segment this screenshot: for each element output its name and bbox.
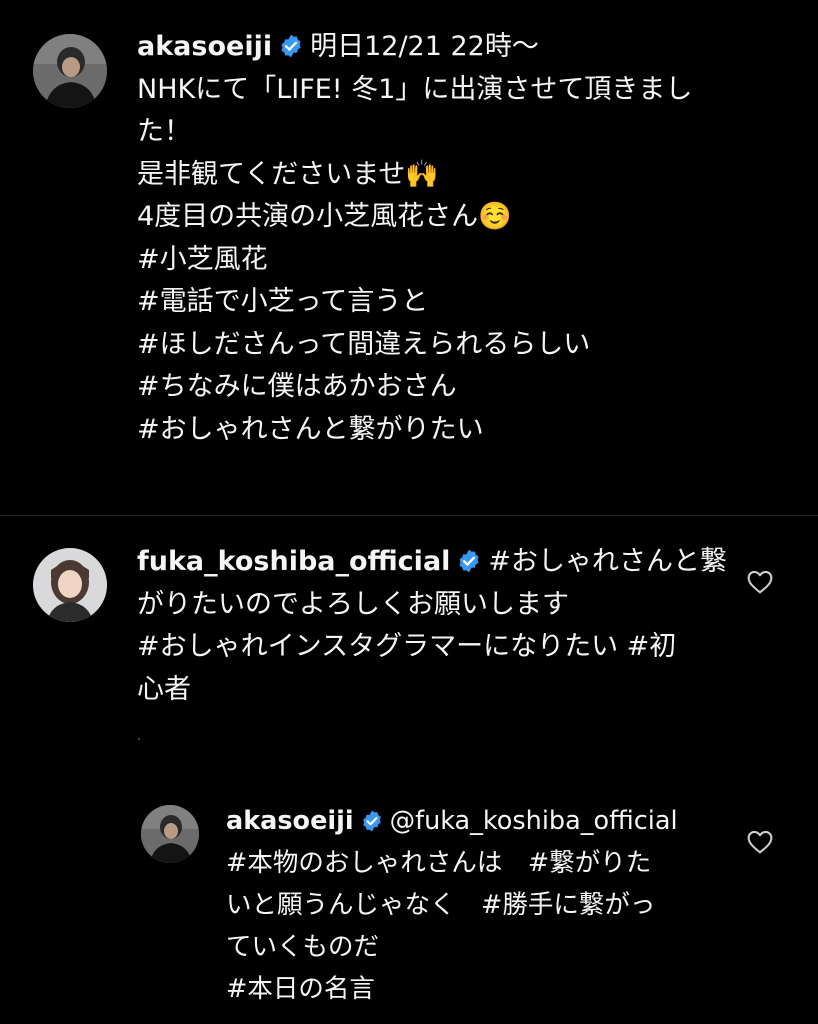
reply-line: #本物のおしゃれさんは #繋がりた bbox=[226, 848, 652, 878]
hashtag-line[interactable]: #おしゃれさんと繋がりたい bbox=[137, 409, 692, 452]
hashtag-line[interactable]: #本日の名言 bbox=[226, 968, 678, 1010]
verified-badge-icon bbox=[278, 33, 304, 59]
hashtag-line[interactable]: #電話で小芝って言うと bbox=[137, 281, 692, 324]
hashtag-line[interactable]: #小芝風花 bbox=[137, 239, 692, 282]
reply-line: ていくものだ bbox=[226, 932, 380, 962]
caption-line: NHKにて「LIFE! 冬1」に出演させて頂きまし bbox=[137, 73, 693, 105]
comment-line: #おしゃれインスタグラマーになりたい #初 bbox=[137, 631, 677, 662]
caption-line: 是非観てくださいませ🙌 bbox=[137, 158, 439, 190]
divider bbox=[0, 515, 818, 516]
avatar-photo bbox=[33, 34, 107, 108]
caption-line: た！ bbox=[137, 116, 191, 147]
divider bbox=[138, 738, 140, 740]
hashtag-line[interactable]: #ほしださんって間違えられるらしい bbox=[137, 324, 692, 367]
comment-line: 心者 bbox=[137, 673, 191, 705]
post-username[interactable]: akasoeiji bbox=[137, 31, 272, 62]
caption-first-line: akasoeiji 明日12/21 22時〜 bbox=[137, 26, 692, 69]
avatar[interactable] bbox=[141, 805, 199, 863]
comment-first-line: fuka_koshiba_official #おしゃれさんと繋 bbox=[137, 541, 727, 584]
avatar-photo bbox=[33, 548, 107, 622]
reply-line: いと願うんじゃなく #勝手に繋がっ bbox=[226, 890, 656, 920]
comment-line: #おしゃれさんと繋 bbox=[488, 546, 728, 577]
verified-badge-icon bbox=[360, 809, 384, 833]
avatar[interactable] bbox=[33, 34, 107, 108]
like-heart-icon[interactable] bbox=[747, 830, 773, 854]
caption-line: 4度目の共演の小芝風花さん☺️ bbox=[137, 201, 512, 232]
comment-line: がりたいのでよろしくお願いします bbox=[137, 588, 569, 620]
comment-text: fuka_koshiba_official #おしゃれさんと繋 がりたいのでよろし… bbox=[137, 541, 727, 711]
caption-line: 明日12/21 22時〜 bbox=[310, 31, 539, 62]
mention-link[interactable]: @fuka_koshiba_official bbox=[390, 806, 678, 836]
avatar-photo bbox=[141, 805, 199, 863]
reply-username[interactable]: akasoeiji bbox=[226, 806, 354, 836]
like-heart-icon[interactable] bbox=[747, 570, 773, 594]
verified-badge-icon bbox=[456, 548, 482, 574]
reply-first-line: akasoeiji @fuka_koshiba_official bbox=[226, 800, 678, 842]
comment-username[interactable]: fuka_koshiba_official bbox=[137, 546, 450, 577]
hashtag-line[interactable]: #ちなみに僕はあかおさん bbox=[137, 366, 692, 409]
avatar[interactable] bbox=[33, 548, 107, 622]
caption-text: akasoeiji 明日12/21 22時〜 NHKにて「LIFE! 冬1」に出演… bbox=[137, 26, 692, 451]
reply-text: akasoeiji @fuka_koshiba_official #本物のおしゃれ… bbox=[226, 800, 678, 1010]
